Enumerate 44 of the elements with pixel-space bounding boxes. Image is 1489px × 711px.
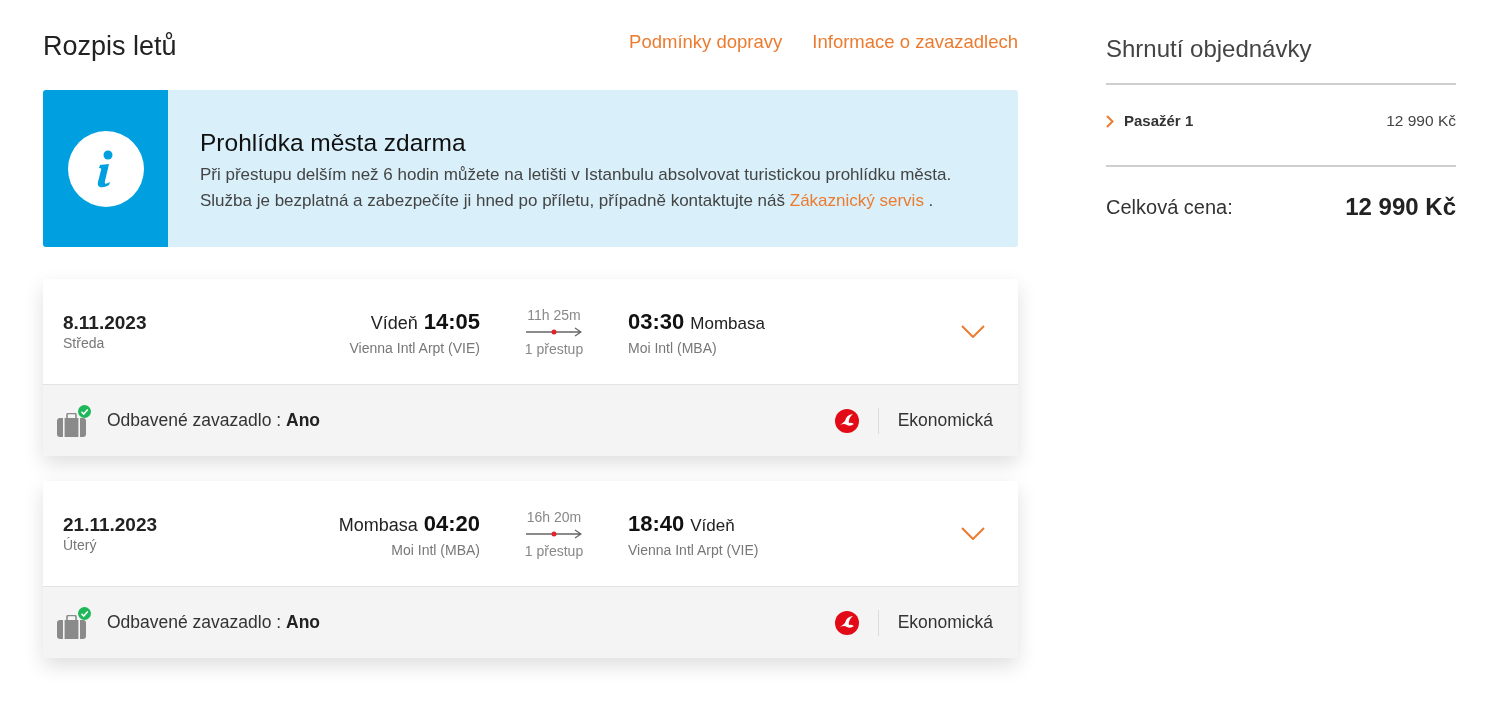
chevron-down-icon[interactable] xyxy=(961,325,985,338)
passenger-toggle[interactable]: Pasažér 1 xyxy=(1106,109,1194,133)
bird-logo-icon xyxy=(834,610,859,635)
stopover-arrow-icon xyxy=(526,326,582,337)
page-title: Rozpis letů xyxy=(43,32,177,60)
flight-date: 8.11.2023 xyxy=(63,311,147,334)
departure-time: 04:20 xyxy=(423,510,480,538)
stops-count: 1 přestup xyxy=(524,339,584,358)
flight-weekday: Úterý xyxy=(63,535,97,554)
notice-title: Prohlídka města zdarma xyxy=(200,129,467,157)
departure-city: Mombasa xyxy=(338,514,418,537)
flight-duration: 11h 25m xyxy=(527,305,581,324)
baggage-text: Odbavené zavazadlo : Ano xyxy=(107,409,321,433)
baggage-text: Odbavené zavazadlo : Ano xyxy=(107,611,321,635)
stops-count: 1 přestup xyxy=(524,541,584,560)
departure-airport: Vienna Intl Arpt (VIE) xyxy=(349,339,480,358)
total-label: Celková cena: xyxy=(1106,195,1233,220)
arrival-city: Mombasa xyxy=(690,313,765,335)
departure-time: 14:05 xyxy=(423,308,480,336)
cabin-class: Ekonomická xyxy=(897,611,993,635)
flight-weekday: Středa xyxy=(63,333,105,352)
arrival-time: 03:30 xyxy=(628,308,685,336)
arrival-city: Vídeň xyxy=(690,515,735,537)
stopover-arrow-icon xyxy=(526,528,582,539)
suitcase-icon xyxy=(57,412,86,437)
summary-title: Shrnutí objednávky xyxy=(1106,34,1312,64)
flight-date: 21.11.2023 xyxy=(63,513,158,536)
arrival-time: 18:40 xyxy=(628,510,685,538)
arrival-airport: Vienna Intl Arpt (VIE) xyxy=(628,541,759,560)
departure-airport: Moi Intl (MBA) xyxy=(391,541,480,560)
departure-city: Vídeň xyxy=(370,312,418,335)
header-link[interactable]: Informace o zavazadlech xyxy=(812,28,1018,56)
chevron-down-icon[interactable] xyxy=(961,527,985,540)
passenger-price: 12 990 Kč xyxy=(1386,111,1456,132)
header-link[interactable]: Podmínky dopravy xyxy=(629,28,783,56)
bird-logo-icon xyxy=(834,408,859,433)
total-price: 12 990 Kč xyxy=(1345,192,1456,222)
cabin-class: Ekonomická xyxy=(897,409,993,433)
suitcase-icon xyxy=(57,614,86,639)
customer-service-link[interactable]: Zákaznický servis xyxy=(789,191,924,210)
flight-duration: 16h 20m xyxy=(526,507,582,526)
notice-text: Při přestupu delším než 6 hodin můžete na letišti v Istanbulu absolvovat turistickou prohlídku města. Služba je bezplatná a zabezpečíte ji hned po příletu, případně kontaktujte náš Zákaznický servis . xyxy=(200,164,952,212)
info-icon xyxy=(67,130,144,207)
arrival-airport: Moi Intl (MBA) xyxy=(628,339,717,358)
